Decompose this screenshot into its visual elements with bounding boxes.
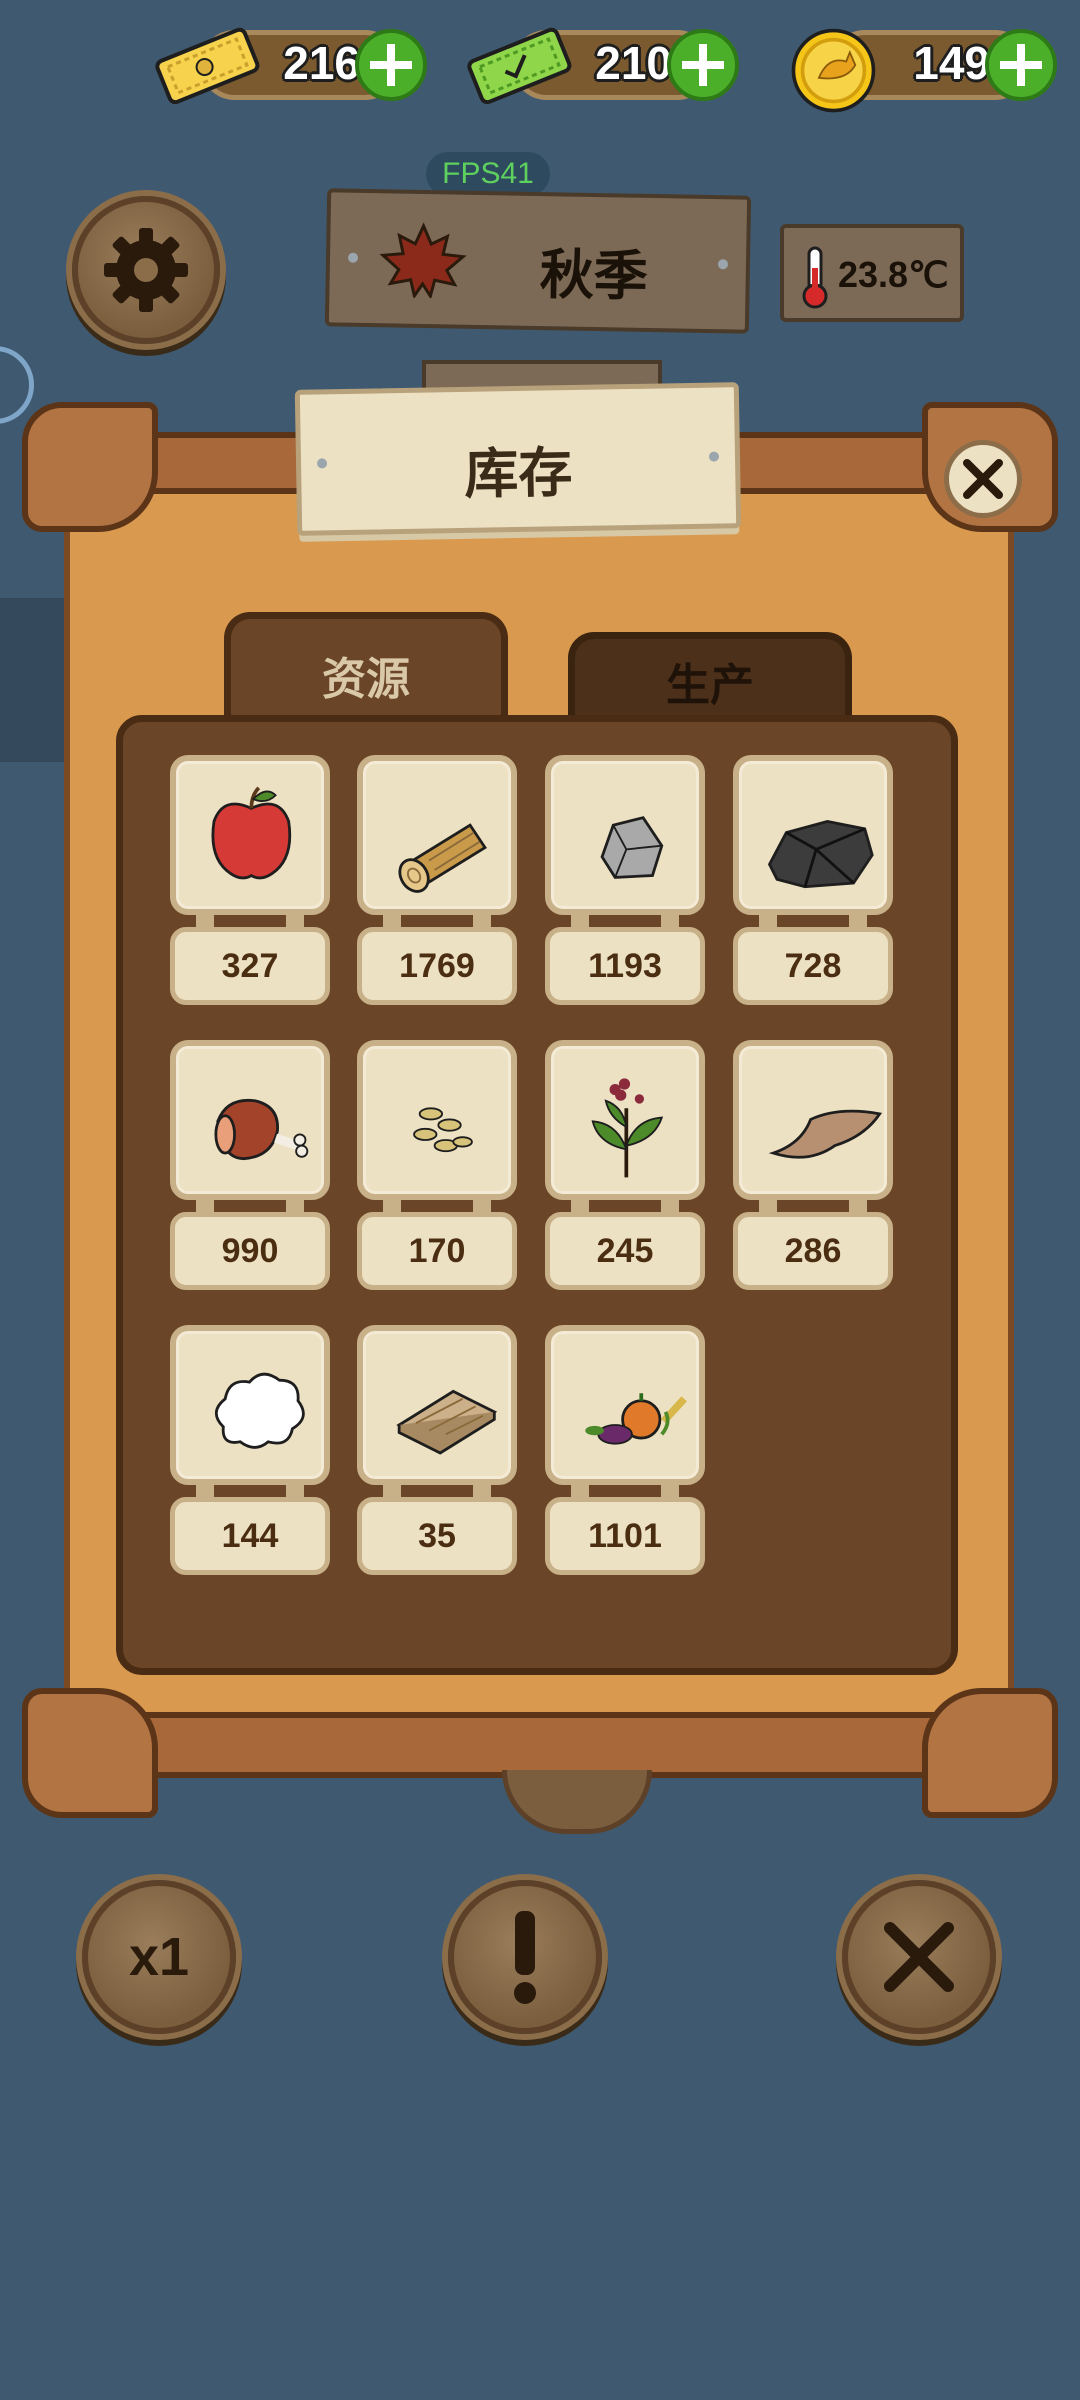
green-ticket-count: 210 [595,37,672,89]
slot-connector [571,913,589,927]
slot-connector [661,913,679,927]
add-green-tickets-button[interactable] [666,28,740,102]
tab-resources[interactable]: 资源 [224,612,508,730]
settings-button[interactable] [72,196,220,344]
cancel-button[interactable] [842,1880,996,2034]
speed-label: x1 [128,1927,190,1987]
resource-slot[interactable] [733,1040,893,1200]
resource-count: 1101 [545,1497,705,1575]
speed-button[interactable]: x1 [82,1880,236,2034]
green-ticket-icon [467,27,572,105]
resource-slot[interactable] [357,755,517,915]
resource-slot[interactable] [545,755,705,915]
slot-connector [286,1483,304,1497]
slot-connector [473,913,491,927]
season-sign: 秋季 [324,188,752,334]
slot-connector [383,1198,401,1212]
slot-connector [759,913,777,927]
temperature-sign: 23.8℃ [780,224,964,322]
ticket-icon [155,27,260,105]
slot-connector [473,1483,491,1497]
resource-count: 1193 [545,927,705,1005]
resource-count: 1769 [357,927,517,1005]
sleep-indicator[interactable] [0,346,34,424]
top-left-bracket [22,402,158,532]
slot-connector [473,1198,491,1212]
leather-icon [768,1109,883,1159]
slot-connector [571,1198,589,1212]
slot-connector [196,1198,214,1212]
add-tickets-button[interactable] [354,28,428,102]
bottom-beam [50,1712,1030,1778]
slot-connector [849,913,867,927]
ticket-count: 216 [283,37,360,89]
coin-icon [791,28,876,113]
resource-slot[interactable] [170,1040,330,1200]
plank-icon [396,1389,498,1455]
exclamation-icon [514,1911,536,2004]
slot-connector [571,1483,589,1497]
slot-connector [383,913,401,927]
add-coins-button[interactable] [984,28,1058,102]
bottom-right-bracket [922,1688,1058,1818]
temperature-value: 23.8℃ [838,254,949,295]
herb-icon [591,1078,664,1178]
slot-connector [196,1483,214,1497]
cotton-icon [214,1372,305,1449]
resource-slot[interactable] [357,1040,517,1200]
maple-leaf-icon [379,222,467,299]
resource-count: 327 [170,927,330,1005]
resource-slot[interactable] [733,755,893,915]
resource-count: 170 [357,1212,517,1290]
hidden-button-center [502,1770,652,1834]
slot-connector [849,1198,867,1212]
slot-connector [286,1198,304,1212]
slot-connector [661,1483,679,1497]
coin-count: 149 [913,37,990,89]
ticket-counter: 216 [155,22,427,108]
coin-counter: 149 [791,22,1057,113]
vegetables-icon [585,1393,687,1445]
seeds-icon [413,1107,473,1153]
apple-icon [211,786,292,880]
resource-count: 286 [733,1212,893,1290]
tab-production[interactable]: 生产 [568,632,852,722]
alert-button[interactable] [448,1880,602,2034]
tab-resources-label: 资源 [322,653,410,705]
resource-slot[interactable] [545,1325,705,1485]
coal-icon [767,819,874,889]
cross-icon [884,1922,954,1992]
log-icon [398,823,487,893]
slot-connector [661,1198,679,1212]
resource-count: 728 [733,927,893,1005]
resource-slot[interactable] [545,1040,705,1200]
tab-production-label: 生产 [666,659,754,711]
bottom-left-bracket [22,1688,158,1818]
thermometer-icon [802,246,828,309]
slot-connector [286,913,304,927]
slot-connector [759,1198,777,1212]
meat-icon [214,1098,309,1161]
resource-slot[interactable] [357,1325,517,1485]
resource-slot[interactable] [170,1325,330,1485]
resource-count: 245 [545,1212,705,1290]
resource-count: 35 [357,1497,517,1575]
stone-icon [600,816,664,879]
title-plank: 库存 [294,382,742,536]
close-icon [963,459,1003,499]
resource-count: 990 [170,1212,330,1290]
resource-count: 144 [170,1497,330,1575]
dialog-title: 库存 [463,441,573,506]
gear-icon [104,228,188,312]
slot-connector [383,1483,401,1497]
fps-label: FPS41 [442,157,534,190]
side-panel-edge [0,598,64,762]
season-label: 秋季 [539,243,649,308]
green-ticket-counter: 210 [467,22,739,108]
resource-slot[interactable] [170,755,330,915]
close-dialog-button[interactable] [944,440,1022,518]
slot-connector [196,913,214,927]
